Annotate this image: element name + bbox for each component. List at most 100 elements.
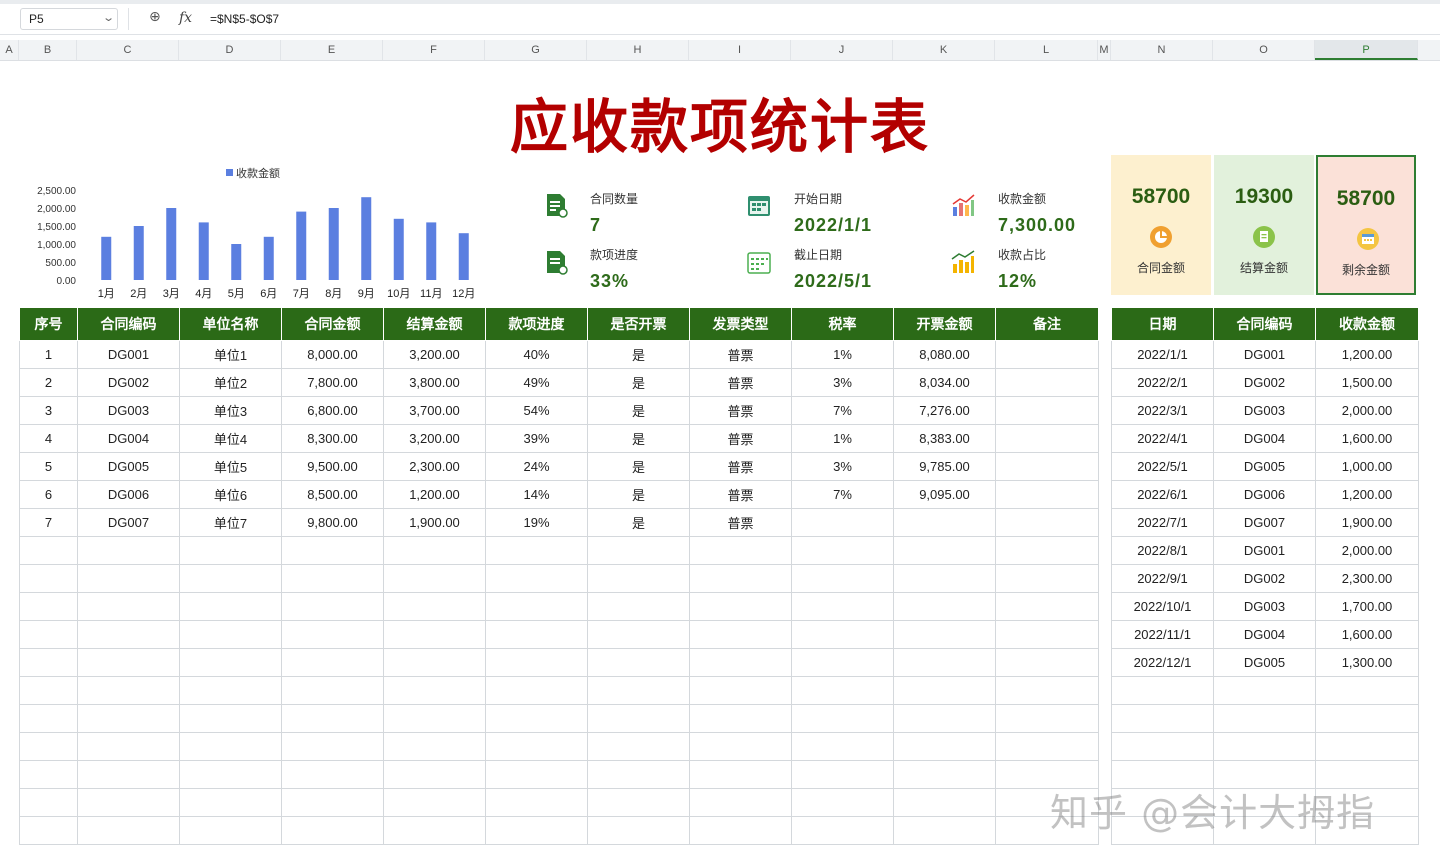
- table-cell[interactable]: [893, 732, 996, 761]
- table-cell[interactable]: 普票: [689, 368, 792, 397]
- table-cell[interactable]: 2022/4/1: [1111, 424, 1214, 453]
- table-cell[interactable]: 3,800.00: [383, 368, 486, 397]
- table-cell[interactable]: [587, 760, 690, 789]
- table-cell[interactable]: 1,600.00: [1315, 620, 1419, 649]
- side_table-header-cell[interactable]: 收款金额: [1315, 307, 1419, 341]
- name-box[interactable]: P5 ⌄: [20, 8, 118, 30]
- table-cell[interactable]: [689, 704, 792, 733]
- table-cell[interactable]: [77, 732, 180, 761]
- table-cell[interactable]: 1,300.00: [1315, 648, 1419, 677]
- table-cell[interactable]: 2022/9/1: [1111, 564, 1214, 593]
- table-cell[interactable]: [995, 368, 1099, 397]
- table-cell[interactable]: 2022/6/1: [1111, 480, 1214, 509]
- table-cell[interactable]: [383, 620, 486, 649]
- table-cell[interactable]: 是: [587, 508, 690, 537]
- table-cell[interactable]: [77, 620, 180, 649]
- table-cell[interactable]: [1213, 704, 1316, 733]
- table-cell[interactable]: 单位4: [179, 424, 282, 453]
- table-cell[interactable]: DG007: [1213, 508, 1316, 537]
- table-cell[interactable]: [791, 732, 894, 761]
- main_table-header-cell[interactable]: 合同编码: [77, 307, 180, 341]
- table-cell[interactable]: [689, 592, 792, 621]
- table-cell[interactable]: [791, 704, 894, 733]
- main_table-header-cell[interactable]: 备注: [995, 307, 1099, 341]
- fx-icon[interactable]: fx: [179, 10, 192, 26]
- main_table-header-cell[interactable]: 款项进度: [485, 307, 588, 341]
- table-cell[interactable]: 8,080.00: [893, 340, 996, 369]
- column-header-h[interactable]: H: [587, 40, 689, 60]
- table-cell[interactable]: 8,383.00: [893, 424, 996, 453]
- column-header-g[interactable]: G: [485, 40, 587, 60]
- table-cell[interactable]: 6,800.00: [281, 396, 384, 425]
- table-cell[interactable]: [281, 676, 384, 705]
- table-cell[interactable]: [1213, 676, 1316, 705]
- table-cell[interactable]: DG003: [77, 396, 180, 425]
- table-cell[interactable]: 2: [19, 368, 78, 397]
- table-cell[interactable]: [485, 648, 588, 677]
- table-cell[interactable]: 2,300.00: [1315, 564, 1419, 593]
- table-cell[interactable]: 4: [19, 424, 78, 453]
- card-settled-amount[interactable]: 19300 结算金额: [1214, 155, 1314, 295]
- table-cell[interactable]: [689, 816, 792, 845]
- table-cell[interactable]: 2,000.00: [1315, 536, 1419, 565]
- main_table-header-cell[interactable]: 税率: [791, 307, 894, 341]
- table-cell[interactable]: 单位1: [179, 340, 282, 369]
- table-cell[interactable]: 8,000.00: [281, 340, 384, 369]
- table-cell[interactable]: [485, 816, 588, 845]
- bar-3月[interactable]: [166, 208, 177, 280]
- table-cell[interactable]: [689, 788, 792, 817]
- column-header-d[interactable]: D: [179, 40, 281, 60]
- bar-8月[interactable]: [328, 208, 339, 280]
- table-cell[interactable]: [179, 760, 282, 789]
- table-cell[interactable]: [383, 536, 486, 565]
- table-cell[interactable]: 5: [19, 452, 78, 481]
- table-cell[interactable]: [791, 536, 894, 565]
- table-cell[interactable]: [791, 816, 894, 845]
- table-cell[interactable]: 普票: [689, 452, 792, 481]
- table-cell[interactable]: [77, 676, 180, 705]
- column-header-m[interactable]: M: [1098, 40, 1111, 60]
- table-cell[interactable]: DG006: [1213, 480, 1316, 509]
- table-cell[interactable]: DG003: [1213, 396, 1316, 425]
- table-cell[interactable]: 1,900.00: [1315, 508, 1419, 537]
- table-cell[interactable]: [281, 732, 384, 761]
- table-cell[interactable]: [791, 648, 894, 677]
- table-cell[interactable]: [893, 564, 996, 593]
- table-cell[interactable]: [77, 564, 180, 593]
- table-cell[interactable]: 3,200.00: [383, 424, 486, 453]
- column-header-c[interactable]: C: [77, 40, 179, 60]
- table-cell[interactable]: [485, 732, 588, 761]
- table-cell[interactable]: 1%: [791, 340, 894, 369]
- table-cell[interactable]: [587, 704, 690, 733]
- side_table-header-cell[interactable]: 日期: [1111, 307, 1214, 341]
- table-cell[interactable]: [689, 760, 792, 789]
- column-header-n[interactable]: N: [1111, 40, 1213, 60]
- table-cell[interactable]: [1111, 704, 1214, 733]
- table-cell[interactable]: [995, 424, 1099, 453]
- table-cell[interactable]: 2022/2/1: [1111, 368, 1214, 397]
- table-cell[interactable]: [281, 592, 384, 621]
- table-cell[interactable]: DG002: [77, 368, 180, 397]
- table-cell[interactable]: [179, 648, 282, 677]
- table-cell[interactable]: DG004: [1213, 424, 1316, 453]
- table-cell[interactable]: 2022/11/1: [1111, 620, 1214, 649]
- table-cell[interactable]: 14%: [485, 480, 588, 509]
- table-cell[interactable]: [19, 732, 78, 761]
- table-cell[interactable]: 2022/8/1: [1111, 536, 1214, 565]
- table-cell[interactable]: 7,276.00: [893, 396, 996, 425]
- table-cell[interactable]: [383, 648, 486, 677]
- table-cell[interactable]: DG007: [77, 508, 180, 537]
- table-cell[interactable]: [485, 620, 588, 649]
- table-cell[interactable]: [77, 816, 180, 845]
- table-cell[interactable]: [179, 592, 282, 621]
- table-cell[interactable]: DG001: [77, 340, 180, 369]
- table-cell[interactable]: [791, 760, 894, 789]
- table-cell[interactable]: [689, 564, 792, 593]
- table-cell[interactable]: [281, 648, 384, 677]
- table-cell[interactable]: [995, 340, 1099, 369]
- table-cell[interactable]: [689, 536, 792, 565]
- table-cell[interactable]: 40%: [485, 340, 588, 369]
- table-cell[interactable]: [19, 816, 78, 845]
- table-cell[interactable]: [995, 452, 1099, 481]
- table-cell[interactable]: 1,900.00: [383, 508, 486, 537]
